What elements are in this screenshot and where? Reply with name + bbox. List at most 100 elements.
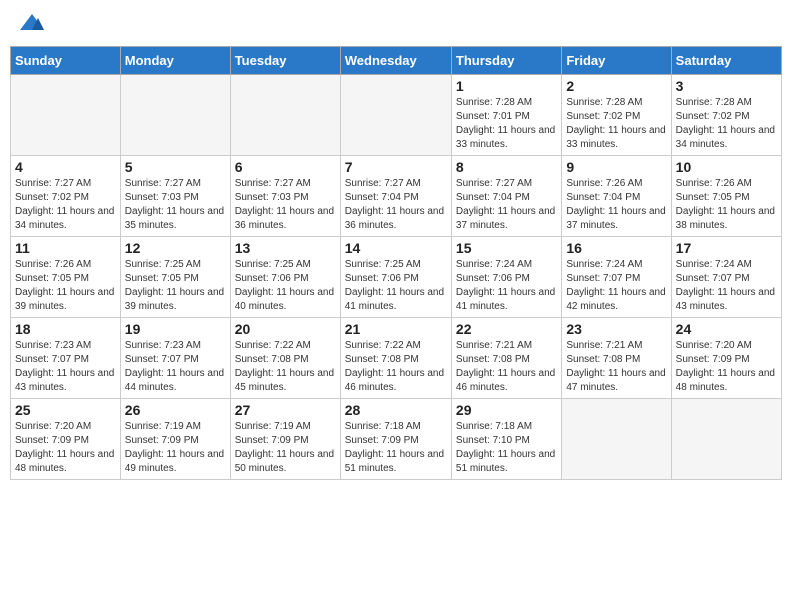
day-number: 14 [345,240,447,256]
calendar-cell: 22 Sunrise: 7:21 AMSunset: 7:08 PMDayligh… [451,318,561,399]
calendar-cell: 12 Sunrise: 7:25 AMSunset: 7:05 PMDayligh… [120,237,230,318]
day-number: 2 [566,78,666,94]
calendar-cell: 14 Sunrise: 7:25 AMSunset: 7:06 PMDayligh… [340,237,451,318]
calendar-cell: 16 Sunrise: 7:24 AMSunset: 7:07 PMDayligh… [562,237,671,318]
day-info: Sunrise: 7:28 AMSunset: 7:02 PMDaylight:… [676,96,777,152]
day-info: Sunrise: 7:27 AMSunset: 7:02 PMDaylight:… [15,177,116,233]
calendar-cell: 17 Sunrise: 7:24 AMSunset: 7:07 PMDayligh… [671,237,781,318]
logo [14,10,48,38]
calendar-cell: 2 Sunrise: 7:28 AMSunset: 7:02 PMDaylight… [562,75,671,156]
day-info: Sunrise: 7:22 AMSunset: 7:08 PMDaylight:… [345,339,447,395]
calendar-cell: 9 Sunrise: 7:26 AMSunset: 7:04 PMDaylight… [562,156,671,237]
day-number: 16 [566,240,666,256]
weekday-header-saturday: Saturday [671,47,781,75]
day-info: Sunrise: 7:21 AMSunset: 7:08 PMDaylight:… [456,339,557,395]
day-info: Sunrise: 7:27 AMSunset: 7:04 PMDaylight:… [345,177,447,233]
calendar-week-5: 25Sunrise: 7:20 AMSunset: 7:09 PMDayligh… [11,399,782,480]
day-info: Sunrise: 7:27 AMSunset: 7:03 PMDaylight:… [125,177,226,233]
calendar: SundayMondayTuesdayWednesdayThursdayFrid… [10,46,782,480]
logo-icon [18,10,46,38]
calendar-week-1: 1Sunrise: 7:28 AMSunset: 7:01 PMDaylight… [11,75,782,156]
calendar-cell: 15Sunrise: 7:24 AMSunset: 7:06 PMDayligh… [451,237,561,318]
day-info: Sunrise: 7:28 AMSunset: 7:02 PMDaylight:… [566,96,666,152]
day-number: 9 [566,159,666,175]
calendar-cell: 28Sunrise: 7:18 AMSunset: 7:09 PMDayligh… [340,399,451,480]
calendar-cell: 1Sunrise: 7:28 AMSunset: 7:01 PMDaylight… [451,75,561,156]
day-info: Sunrise: 7:27 AMSunset: 7:03 PMDaylight:… [235,177,336,233]
calendar-cell: 23 Sunrise: 7:21 AMSunset: 7:08 PMDayligh… [562,318,671,399]
day-info: Sunrise: 7:21 AMSunset: 7:08 PMDaylight:… [566,339,666,395]
day-number: 6 [235,159,336,175]
calendar-week-4: 18 Sunrise: 7:23 AMSunset: 7:07 PMDayligh… [11,318,782,399]
calendar-cell [671,399,781,480]
weekday-header-monday: Monday [120,47,230,75]
day-info: Sunrise: 7:18 AMSunset: 7:10 PMDaylight:… [456,420,557,476]
day-number: 7 [345,159,447,175]
weekday-header-sunday: Sunday [11,47,121,75]
weekday-header-friday: Friday [562,47,671,75]
calendar-cell: 3 Sunrise: 7:28 AMSunset: 7:02 PMDaylight… [671,75,781,156]
weekday-header-tuesday: Tuesday [230,47,340,75]
day-info: Sunrise: 7:24 AMSunset: 7:07 PMDaylight:… [566,258,666,314]
day-info: Sunrise: 7:19 AMSunset: 7:09 PMDaylight:… [125,420,226,476]
calendar-cell: 10Sunrise: 7:26 AMSunset: 7:05 PMDayligh… [671,156,781,237]
day-number: 20 [235,321,336,337]
day-number: 12 [125,240,226,256]
day-number: 21 [345,321,447,337]
day-number: 25 [15,402,116,418]
day-number: 29 [456,402,557,418]
calendar-cell: 29 Sunrise: 7:18 AMSunset: 7:10 PMDayligh… [451,399,561,480]
calendar-cell: 6 Sunrise: 7:27 AMSunset: 7:03 PMDaylight… [230,156,340,237]
calendar-cell: 25Sunrise: 7:20 AMSunset: 7:09 PMDayligh… [11,399,121,480]
day-number: 13 [235,240,336,256]
calendar-cell: 21 Sunrise: 7:22 AMSunset: 7:08 PMDayligh… [340,318,451,399]
day-info: Sunrise: 7:23 AMSunset: 7:07 PMDaylight:… [125,339,226,395]
weekday-header-wednesday: Wednesday [340,47,451,75]
calendar-cell [340,75,451,156]
calendar-cell: 4 Sunrise: 7:27 AMSunset: 7:02 PMDaylight… [11,156,121,237]
calendar-cell [562,399,671,480]
day-number: 15 [456,240,557,256]
calendar-cell: 19 Sunrise: 7:23 AMSunset: 7:07 PMDayligh… [120,318,230,399]
calendar-cell [120,75,230,156]
calendar-cell: 20 Sunrise: 7:22 AMSunset: 7:08 PMDayligh… [230,318,340,399]
day-number: 27 [235,402,336,418]
calendar-cell: 24Sunrise: 7:20 AMSunset: 7:09 PMDayligh… [671,318,781,399]
calendar-cell: 27 Sunrise: 7:19 AMSunset: 7:09 PMDayligh… [230,399,340,480]
day-info: Sunrise: 7:27 AMSunset: 7:04 PMDaylight:… [456,177,557,233]
day-number: 3 [676,78,777,94]
day-info: Sunrise: 7:22 AMSunset: 7:08 PMDaylight:… [235,339,336,395]
day-info: Sunrise: 7:20 AMSunset: 7:09 PMDaylight:… [676,339,777,395]
day-info: Sunrise: 7:25 AMSunset: 7:05 PMDaylight:… [125,258,226,314]
day-info: Sunrise: 7:26 AMSunset: 7:04 PMDaylight:… [566,177,666,233]
day-info: Sunrise: 7:25 AMSunset: 7:06 PMDaylight:… [235,258,336,314]
calendar-cell: 7 Sunrise: 7:27 AMSunset: 7:04 PMDaylight… [340,156,451,237]
day-number: 22 [456,321,557,337]
calendar-cell [230,75,340,156]
header [10,10,782,38]
calendar-cell: 5 Sunrise: 7:27 AMSunset: 7:03 PMDaylight… [120,156,230,237]
weekday-header-thursday: Thursday [451,47,561,75]
day-info: Sunrise: 7:26 AMSunset: 7:05 PMDaylight:… [15,258,116,314]
day-number: 5 [125,159,226,175]
day-info: Sunrise: 7:28 AMSunset: 7:01 PMDaylight:… [456,96,557,152]
day-info: Sunrise: 7:26 AMSunset: 7:05 PMDaylight:… [676,177,777,233]
day-number: 17 [676,240,777,256]
calendar-cell: 26 Sunrise: 7:19 AMSunset: 7:09 PMDayligh… [120,399,230,480]
day-info: Sunrise: 7:23 AMSunset: 7:07 PMDaylight:… [15,339,116,395]
day-number: 26 [125,402,226,418]
day-number: 4 [15,159,116,175]
calendar-week-3: 11Sunrise: 7:26 AMSunset: 7:05 PMDayligh… [11,237,782,318]
day-info: Sunrise: 7:24 AMSunset: 7:07 PMDaylight:… [676,258,777,314]
day-info: Sunrise: 7:18 AMSunset: 7:09 PMDaylight:… [345,420,447,476]
calendar-week-2: 4 Sunrise: 7:27 AMSunset: 7:02 PMDaylight… [11,156,782,237]
day-info: Sunrise: 7:19 AMSunset: 7:09 PMDaylight:… [235,420,336,476]
day-info: Sunrise: 7:25 AMSunset: 7:06 PMDaylight:… [345,258,447,314]
day-number: 18 [15,321,116,337]
calendar-cell: 13 Sunrise: 7:25 AMSunset: 7:06 PMDayligh… [230,237,340,318]
calendar-cell: 11Sunrise: 7:26 AMSunset: 7:05 PMDayligh… [11,237,121,318]
day-number: 19 [125,321,226,337]
calendar-cell [11,75,121,156]
day-number: 23 [566,321,666,337]
calendar-cell: 8Sunrise: 7:27 AMSunset: 7:04 PMDaylight… [451,156,561,237]
